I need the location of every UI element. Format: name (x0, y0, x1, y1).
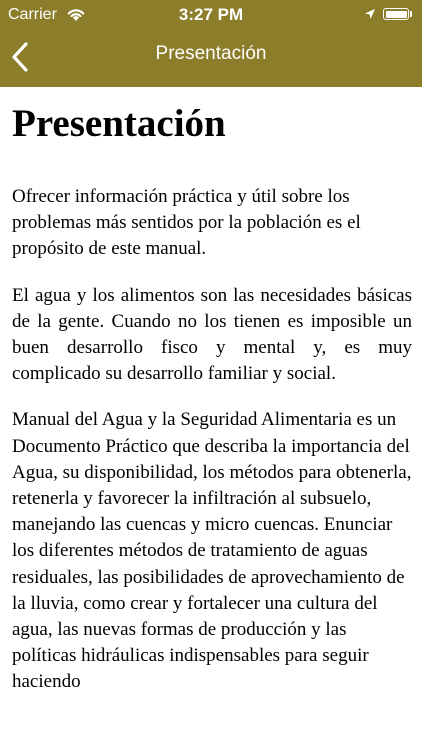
navigation-bar: Carrier 3:27 PM Presentación (0, 0, 422, 87)
content-area[interactable]: Presentación Ofrecer información práctic… (12, 87, 412, 750)
paragraph-manual-description: Manual del Agua y la Seguridad Alimentar… (12, 409, 412, 693)
nav-title: Presentación (155, 43, 267, 64)
page-title: Presentación (12, 102, 226, 145)
back-button[interactable] (0, 31, 50, 85)
paragraph-purpose: Ofrecer información práctica y útil sobr… (12, 186, 361, 260)
location-icon (365, 9, 375, 19)
battery-level (385, 10, 407, 18)
chevron-left-icon (12, 42, 28, 72)
status-bar: Carrier 3:27 PM (0, 0, 422, 31)
status-time: 3:27 PM (178, 5, 244, 24)
paragraph-needs: El agua y los alimentos son las necesida… (12, 284, 412, 385)
battery-tip (410, 11, 412, 17)
battery-icon (383, 8, 409, 20)
